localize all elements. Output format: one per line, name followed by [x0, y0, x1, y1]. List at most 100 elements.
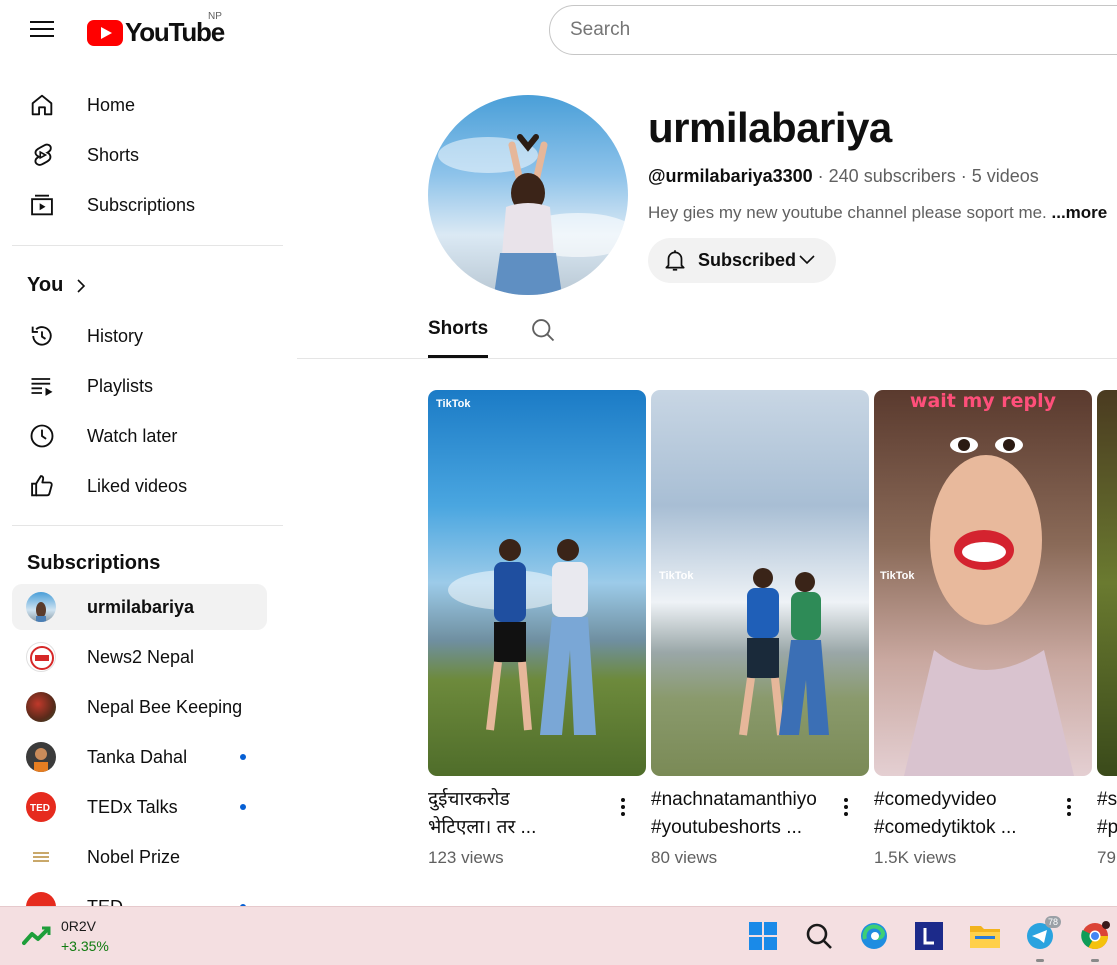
description-text: Hey gies my new youtube channel please s… — [648, 203, 1052, 222]
sidebar-item-label: Liked videos — [87, 475, 188, 496]
search-icon[interactable] — [802, 919, 836, 953]
short-views: 1.5K views — [874, 848, 957, 867]
sidebar-item-home[interactable]: Home — [12, 82, 267, 128]
meta-separator: · — [812, 166, 829, 186]
you-title: You — [27, 274, 64, 296]
more-options-icon[interactable] — [837, 796, 855, 820]
menu-icon[interactable] — [22, 16, 62, 44]
subscription-item-tanka-dahal[interactable]: Tanka Dahal — [12, 734, 267, 780]
sidebar-you-header[interactable]: You — [12, 268, 267, 308]
search-input[interactable] — [549, 5, 1117, 55]
history-icon — [28, 322, 56, 350]
running-indicator — [1091, 959, 1099, 962]
chevron-right-icon — [74, 277, 88, 300]
short-views: 123 views — [428, 848, 504, 867]
short-title[interactable]: दुईचारकरोड भेटिएला। तर ... — [428, 786, 608, 842]
channel-handle: @urmilabariya3300 — [648, 166, 813, 186]
description-more-link[interactable]: ...more — [1052, 203, 1108, 222]
avatar — [26, 742, 56, 772]
subscription-item-nobel-prize[interactable]: Nobel Prize — [12, 834, 267, 880]
subscriptions-icon — [28, 191, 56, 219]
more-options-icon[interactable] — [1060, 796, 1078, 820]
subscription-item-news2-nepal[interactable]: News2 Nepal — [12, 634, 267, 680]
short-title[interactable]: #nachnatamanthiyo #youtubeshorts ... — [651, 786, 831, 842]
video-count: 5 videos — [971, 166, 1039, 186]
stock-ticker-change: +3.35% — [61, 938, 109, 954]
channel-name: urmilabariya — [648, 104, 892, 151]
svg-text:TED: TED — [30, 803, 50, 813]
channel-search-icon[interactable] — [529, 316, 557, 344]
tedx-logo-icon: TED — [26, 792, 56, 822]
telegram-icon[interactable]: 78 — [1023, 916, 1061, 962]
avatar — [26, 592, 56, 622]
file-explorer-icon[interactable] — [968, 919, 1002, 953]
avatar — [26, 692, 56, 722]
subscriber-count: 240 subscribers — [828, 166, 956, 186]
sidebar-item-label: Home — [87, 94, 136, 115]
top-bar: YouTube NP — [0, 0, 1117, 58]
sidebar-item-subscriptions[interactable]: Subscriptions — [12, 182, 267, 228]
subscription-item-tedx-talks[interactable]: TED TEDx Talks — [12, 784, 267, 830]
l-app-icon[interactable] — [912, 919, 946, 953]
short-title[interactable]: #s #p — [1097, 786, 1117, 842]
edge-browser-icon[interactable] — [857, 919, 891, 953]
youtube-play-icon — [87, 19, 123, 46]
subscribed-button[interactable]: Subscribed — [648, 238, 836, 283]
youtube-logo[interactable]: YouTube — [87, 17, 225, 48]
sidebar-item-label: Tanka Dahal — [87, 746, 188, 767]
channel-meta: @urmilabariya3300 · 240 subscribers · 5 … — [648, 166, 1039, 187]
short-card[interactable]: wait my reply TikTok #comedyvideo #comed… — [874, 390, 1092, 867]
stock-ticker-symbol[interactable]: 0R2V — [61, 918, 96, 934]
sidebar-item-label: News2 Nepal — [87, 646, 195, 667]
sidebar-item-label: TEDx Talks — [87, 796, 178, 817]
sidebar-item-label: Shorts — [87, 144, 140, 165]
sidebar-item-label: Nepal Bee Keeping — [87, 696, 243, 717]
tab-shorts[interactable]: Shorts — [428, 318, 488, 340]
short-title-line: #comedytiktok ... — [874, 817, 1017, 838]
country-code: NP — [208, 11, 222, 22]
short-thumbnail[interactable]: TikTok — [651, 390, 869, 776]
sidebar-divider — [12, 525, 283, 526]
sidebar-item-label: Watch later — [87, 425, 178, 446]
sidebar-item-label: History — [87, 325, 144, 346]
subscription-item-ted[interactable]: TED — [12, 884, 267, 906]
stock-chart-icon[interactable] — [22, 925, 52, 947]
more-options-icon[interactable] — [614, 796, 632, 820]
playlists-icon — [28, 372, 56, 400]
subscriptions-section-title: Subscriptions — [27, 552, 161, 574]
windows-taskbar: 0R2V +3.35% 78 — [0, 906, 1117, 965]
short-views: 80 views — [651, 848, 718, 867]
short-thumbnail[interactable] — [1097, 390, 1117, 776]
subscription-item-nepal-bee-keeping[interactable]: Nepal Bee Keeping — [12, 684, 267, 730]
short-card[interactable]: #s #p 79 — [1097, 390, 1117, 890]
short-title-line: #youtubeshorts ... — [651, 817, 803, 838]
clock-icon — [28, 422, 56, 450]
short-thumbnail[interactable]: TikTok — [428, 390, 646, 776]
short-title-line: दुईचारकरोड — [428, 789, 510, 810]
subscription-item-urmilabariya[interactable]: urmilabariya — [12, 584, 267, 630]
short-views: 79 — [1097, 848, 1116, 867]
chrome-icon[interactable] — [1078, 919, 1112, 962]
new-content-dot — [240, 754, 246, 760]
windows-start-icon[interactable] — [746, 919, 780, 953]
short-card[interactable]: TikTok #nachnatamanthiyo #youtubeshorts … — [651, 390, 869, 867]
short-card[interactable]: TikTok दुईचारकरोड भेटिएला। तर ... 123 vi… — [428, 390, 646, 867]
short-title-line: #nachnatamanthiyo — [651, 789, 817, 810]
sidebar-item-playlists[interactable]: Playlists — [12, 363, 267, 409]
sidebar-item-liked-videos[interactable]: Liked videos — [12, 463, 267, 509]
short-title-line: भेटिएला। तर ... — [428, 817, 537, 838]
sidebar-item-watch-later[interactable]: Watch later — [12, 413, 267, 459]
sidebar-item-history[interactable]: History — [12, 313, 267, 359]
ted-logo-icon — [26, 892, 56, 906]
short-thumbnail[interactable]: wait my reply TikTok — [874, 390, 1092, 776]
sidebar-item-label: Nobel Prize — [87, 846, 181, 867]
sidebar-item-label: Subscriptions — [87, 194, 196, 215]
telegram-unread-badge: 78 — [1044, 916, 1061, 928]
running-indicator — [1036, 959, 1044, 962]
sidebar-item-label: Playlists — [87, 375, 154, 396]
meta-separator: · — [955, 166, 972, 186]
nobel-prize-logo-icon — [26, 842, 56, 872]
short-title[interactable]: #comedyvideo #comedytiktok ... — [874, 786, 1054, 842]
sidebar-item-shorts[interactable]: Shorts — [12, 132, 267, 178]
channel-avatar — [428, 95, 628, 295]
